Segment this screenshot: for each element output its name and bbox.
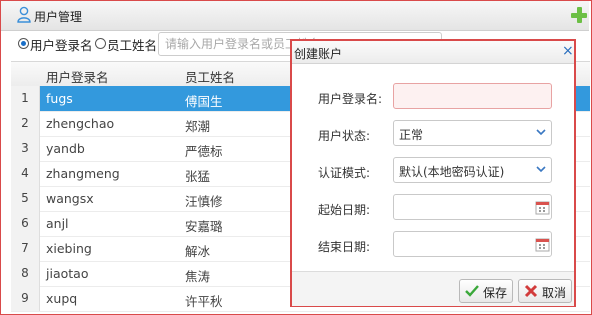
status-value: 正常 (399, 128, 424, 142)
start-date-label: 起始日期: (318, 203, 371, 217)
create-account-dialog: 创建账户 × 用户登录名: 用户状态: 正常 认证模式: 默认(本地密码认证) … (290, 39, 576, 307)
cell-name[interactable]: 安嘉璐 (185, 216, 223, 235)
chevron-down-icon (536, 166, 546, 173)
cancel-button[interactable]: 取消 (518, 279, 572, 303)
cell-login[interactable]: wangsx (46, 191, 94, 206)
column-header-login[interactable]: 用户登录名 (46, 67, 109, 86)
check-icon (465, 285, 479, 297)
row-number: 3 (11, 136, 40, 161)
row-number: 8 (11, 261, 40, 286)
end-date-label: 结束日期: (318, 240, 371, 254)
row-number: 5 (11, 186, 40, 211)
dialog-footer: 保存 取消 (292, 271, 574, 306)
close-icon[interactable]: × (562, 42, 574, 60)
chevron-down-icon (536, 129, 546, 136)
cell-name[interactable]: 严德标 (185, 141, 223, 160)
dialog-header: 创建账户 × (292, 41, 574, 64)
radio-name[interactable] (95, 38, 106, 49)
radio-name-label[interactable]: 员工姓名 (107, 35, 157, 54)
add-icon[interactable] (571, 7, 587, 23)
cell-login[interactable]: zhengchao (46, 116, 114, 131)
row-number: 9 (11, 286, 40, 311)
calendar-icon[interactable] (535, 237, 550, 252)
cell-login[interactable]: jiaotao (46, 266, 88, 281)
login-input[interactable] (393, 83, 552, 109)
cancel-x-icon (524, 284, 538, 298)
save-label: 保存 (483, 286, 508, 300)
cell-name[interactable]: 傅国生 (185, 91, 223, 110)
cell-login[interactable]: xiebing (46, 241, 92, 256)
cell-login[interactable]: fugs (46, 91, 73, 106)
user-icon (17, 6, 31, 23)
auth-value: 默认(本地密码认证) (399, 165, 505, 179)
auth-select[interactable]: 默认(本地密码认证) (393, 157, 552, 183)
cell-name[interactable]: 郑潮 (185, 116, 210, 135)
cell-login[interactable]: anjl (46, 216, 69, 231)
cell-login[interactable]: xupq (46, 291, 77, 306)
cell-name[interactable]: 焦涛 (185, 266, 210, 285)
cancel-label: 取消 (542, 286, 567, 300)
cell-name[interactable]: 解冰 (185, 241, 210, 260)
start-date-input[interactable] (393, 194, 552, 220)
radio-login[interactable] (18, 38, 29, 49)
dialog-title: 创建账户 (294, 47, 343, 61)
save-button[interactable]: 保存 (459, 279, 513, 303)
end-date-input[interactable] (393, 231, 552, 257)
panel-header: 用户管理 (1, 1, 589, 31)
calendar-icon[interactable] (535, 200, 550, 215)
row-number: 2 (11, 111, 40, 136)
row-number: 7 (11, 236, 40, 261)
cell-login[interactable]: yandb (46, 141, 85, 156)
cell-name[interactable]: 许平秋 (185, 291, 223, 310)
panel-title: 用户管理 (34, 10, 83, 24)
column-header-name[interactable]: 员工姓名 (185, 67, 235, 86)
status-select[interactable]: 正常 (393, 120, 552, 146)
radio-login-label[interactable]: 用户登录名 (30, 35, 93, 54)
status-label: 用户状态: (318, 129, 371, 143)
row-number: 1 (11, 86, 40, 111)
auth-label: 认证模式: (318, 166, 371, 180)
login-label: 用户登录名: (318, 92, 383, 106)
cell-name[interactable]: 张猛 (185, 166, 210, 185)
row-number: 6 (11, 211, 40, 236)
cell-name[interactable]: 汪慎修 (185, 191, 223, 210)
cell-login[interactable]: zhangmeng (46, 166, 120, 181)
row-number: 4 (11, 161, 40, 186)
